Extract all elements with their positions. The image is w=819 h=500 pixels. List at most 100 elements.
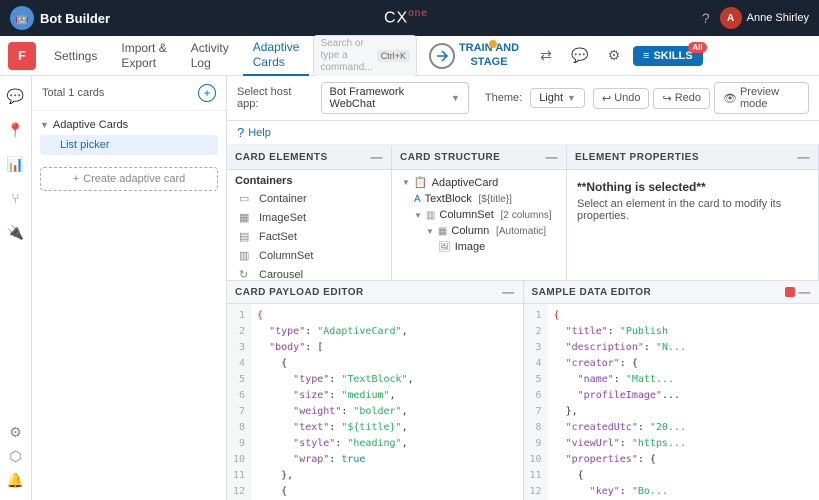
tree-textblock[interactable]: A TextBlock [${title}] <box>392 191 566 207</box>
adaptive-card-label: AdaptiveCard <box>432 177 499 189</box>
nav-item-settings[interactable]: Settings <box>44 36 107 76</box>
redo-button[interactable]: ↪ Redo <box>653 88 710 109</box>
card-structure-panel: CARD STRUCTURE — ▼ 📋 AdaptiveCard A Text… <box>392 145 567 280</box>
tree-adaptive-card[interactable]: ▼ 📋 AdaptiveCard <box>392 174 566 191</box>
host-app-select[interactable]: Bot Framework WebChat ▼ <box>321 82 469 114</box>
card-elements-minimize[interactable]: — <box>371 150 384 164</box>
sidebar-settings-icon[interactable]: ⚙ <box>4 420 28 444</box>
nav-item-import-export[interactable]: Import &Export <box>111 36 176 76</box>
nav-item-import-export-label: Import &Export <box>121 41 166 70</box>
elem-carousel[interactable]: ↻ Carousel <box>227 265 391 280</box>
sample-data-editor: SAMPLE DATA EDITOR — 1234567891011121314… <box>524 281 819 500</box>
create-label: Create adaptive card <box>83 173 185 185</box>
content-toolbar: Select host app: Bot Framework WebChat ▼… <box>227 76 819 121</box>
card-structure-minimize[interactable]: — <box>546 150 559 164</box>
sample-data-code-content[interactable]: { "title": "Publish "description": "N...… <box>548 304 819 500</box>
nav-item-activity-log[interactable]: ActivityLog <box>181 36 239 76</box>
imageset-icon: ▦ <box>239 211 253 224</box>
textblock-tree-badge: [${title}] <box>476 194 512 205</box>
transfer-icon-btn[interactable]: ⇄ <box>531 41 561 71</box>
preview-icon: 👁 <box>723 92 737 105</box>
redo-label: Redo <box>675 92 701 104</box>
textblock-tree-icon: A <box>414 194 421 205</box>
column-chevron: ▼ <box>426 227 434 236</box>
help-icon[interactable]: ? <box>237 125 244 140</box>
logo-icon: 🤖 <box>10 6 34 30</box>
elem-factset[interactable]: ▤ FactSet <box>227 227 391 246</box>
textblock-tree-label: TextBlock <box>425 193 472 205</box>
factset-label: FactSet <box>259 231 297 243</box>
adaptive-cards-label: Adaptive Cards <box>53 119 128 131</box>
card-item-list-picker[interactable]: List picker <box>40 135 218 155</box>
carousel-icon: ↻ <box>239 268 253 280</box>
cards-panel: Total 1 cards + ▼ Adaptive Cards List pi… <box>32 76 227 500</box>
nav-item-adaptive-cards[interactable]: AdaptiveCards <box>243 36 310 76</box>
preview-label: Preview mode <box>740 86 800 110</box>
tree-columnset[interactable]: ▼ ▥ ColumnSet [2 columns] <box>392 207 566 223</box>
theme-dropdown-arrow: ▼ <box>567 93 576 103</box>
elem-container[interactable]: ▭ Container <box>227 189 391 208</box>
adaptive-cards-header[interactable]: ▼ Adaptive Cards <box>40 115 218 135</box>
sample-data-minimize[interactable]: — <box>799 285 812 299</box>
element-properties-panel: ELEMENT PROPERTIES — **Nothing is select… <box>567 145 819 280</box>
sidebar-shapes-icon[interactable]: ⬡ <box>4 444 28 468</box>
elem-columnset[interactable]: ▥ ColumnSet <box>227 246 391 265</box>
card-elements-title: CARD ELEMENTS <box>235 152 328 163</box>
sample-data-editor-header: SAMPLE DATA EDITOR — <box>524 281 819 304</box>
search-shortcut: Ctrl+K <box>377 50 410 62</box>
user-name: Anne Shirley <box>747 12 809 24</box>
sample-data-title: SAMPLE DATA EDITOR <box>532 287 652 298</box>
theme-select[interactable]: Light ▼ <box>530 88 585 108</box>
sidebar-branch-icon[interactable]: ⑂ <box>4 186 28 210</box>
main-content: Select host app: Bot Framework WebChat ▼… <box>227 76 819 500</box>
sidebar-chat-icon[interactable]: 💬 <box>4 84 28 108</box>
element-properties-title: ELEMENT PROPERTIES <box>575 152 699 163</box>
elem-imageset[interactable]: ▦ ImageSet <box>227 208 391 227</box>
structure-tree: ▼ 📋 AdaptiveCard A TextBlock [${title}] … <box>392 170 566 280</box>
column-tree-icon: ▦ <box>438 226 447 237</box>
container-label: Container <box>259 193 307 205</box>
sidebar-plugin-icon[interactable]: 🔌 <box>4 220 28 244</box>
one-mark: one <box>408 8 428 19</box>
tree-column[interactable]: ▼ ▦ Column [Automatic] <box>392 223 566 239</box>
help-icon-btn[interactable]: ? <box>702 10 710 26</box>
preview-mode-button[interactable]: 👁 Preview mode <box>714 82 809 114</box>
panel-add-button[interactable]: + <box>198 84 216 102</box>
f-button[interactable]: F <box>8 42 36 70</box>
app-logo: 🤖 Bot Builder <box>10 6 110 30</box>
theme-label: Theme: <box>485 92 522 104</box>
payload-editor-minimize[interactable]: — <box>502 285 515 299</box>
skills-all-badge: All <box>688 42 706 53</box>
chat-icon-btn[interactable]: 💬 <box>565 41 595 71</box>
user-badge: A Anne Shirley <box>720 7 809 29</box>
help-text[interactable]: Help <box>248 127 271 139</box>
payload-code-content[interactable]: { "type": "AdaptiveCard", "body": [ { "t… <box>251 304 522 500</box>
skills-button[interactable]: ≡ SKILLS All <box>633 46 703 66</box>
properties-content: **Nothing is selected** Select an elemen… <box>567 170 818 232</box>
columnset-tree-label: ColumnSet <box>439 209 493 221</box>
host-app-value: Bot Framework WebChat <box>330 86 447 110</box>
sidebar-location-icon[interactable]: 📍 <box>4 118 28 142</box>
train-and-stage-button[interactable]: TRAIN AND STAGE <box>421 38 527 72</box>
gear-icon-btn[interactable]: ⚙ <box>599 41 629 71</box>
column-tree-badge: [Automatic] <box>493 226 546 237</box>
sidebar-bell-icon[interactable]: 🔔 <box>4 468 28 492</box>
sidebar-bottom: ⚙ ⬡ 🔔 <box>4 420 28 492</box>
skills-label: SKILLS <box>653 50 692 62</box>
payload-line-numbers: 123456789101112131415161718 <box>227 304 251 500</box>
columnset-label: ColumnSet <box>259 250 313 262</box>
create-adaptive-card-button[interactable]: + Create adaptive card <box>40 167 218 191</box>
card-elements-panel: CARD ELEMENTS — Containers ▭ Container ▦… <box>227 145 392 280</box>
undo-icon: ↩ <box>602 92 611 105</box>
train-icon-svg <box>435 49 449 63</box>
search-box[interactable]: Search ortype acommand... Ctrl+K <box>313 35 417 77</box>
cxone-logo: CXone <box>384 8 428 27</box>
undo-button[interactable]: ↩ Undo <box>593 88 650 109</box>
tree-image[interactable]: 🖼 Image <box>392 239 566 255</box>
bottom-editors: CARD PAYLOAD EDITOR — 123456789101112131… <box>227 280 819 500</box>
undo-label: Undo <box>614 92 640 104</box>
properties-description: Select an element in the card to modify … <box>577 198 808 222</box>
element-properties-minimize[interactable]: — <box>798 150 811 164</box>
sidebar-chart-icon[interactable]: 📊 <box>4 152 28 176</box>
nav-right: ? A Anne Shirley <box>702 7 809 29</box>
